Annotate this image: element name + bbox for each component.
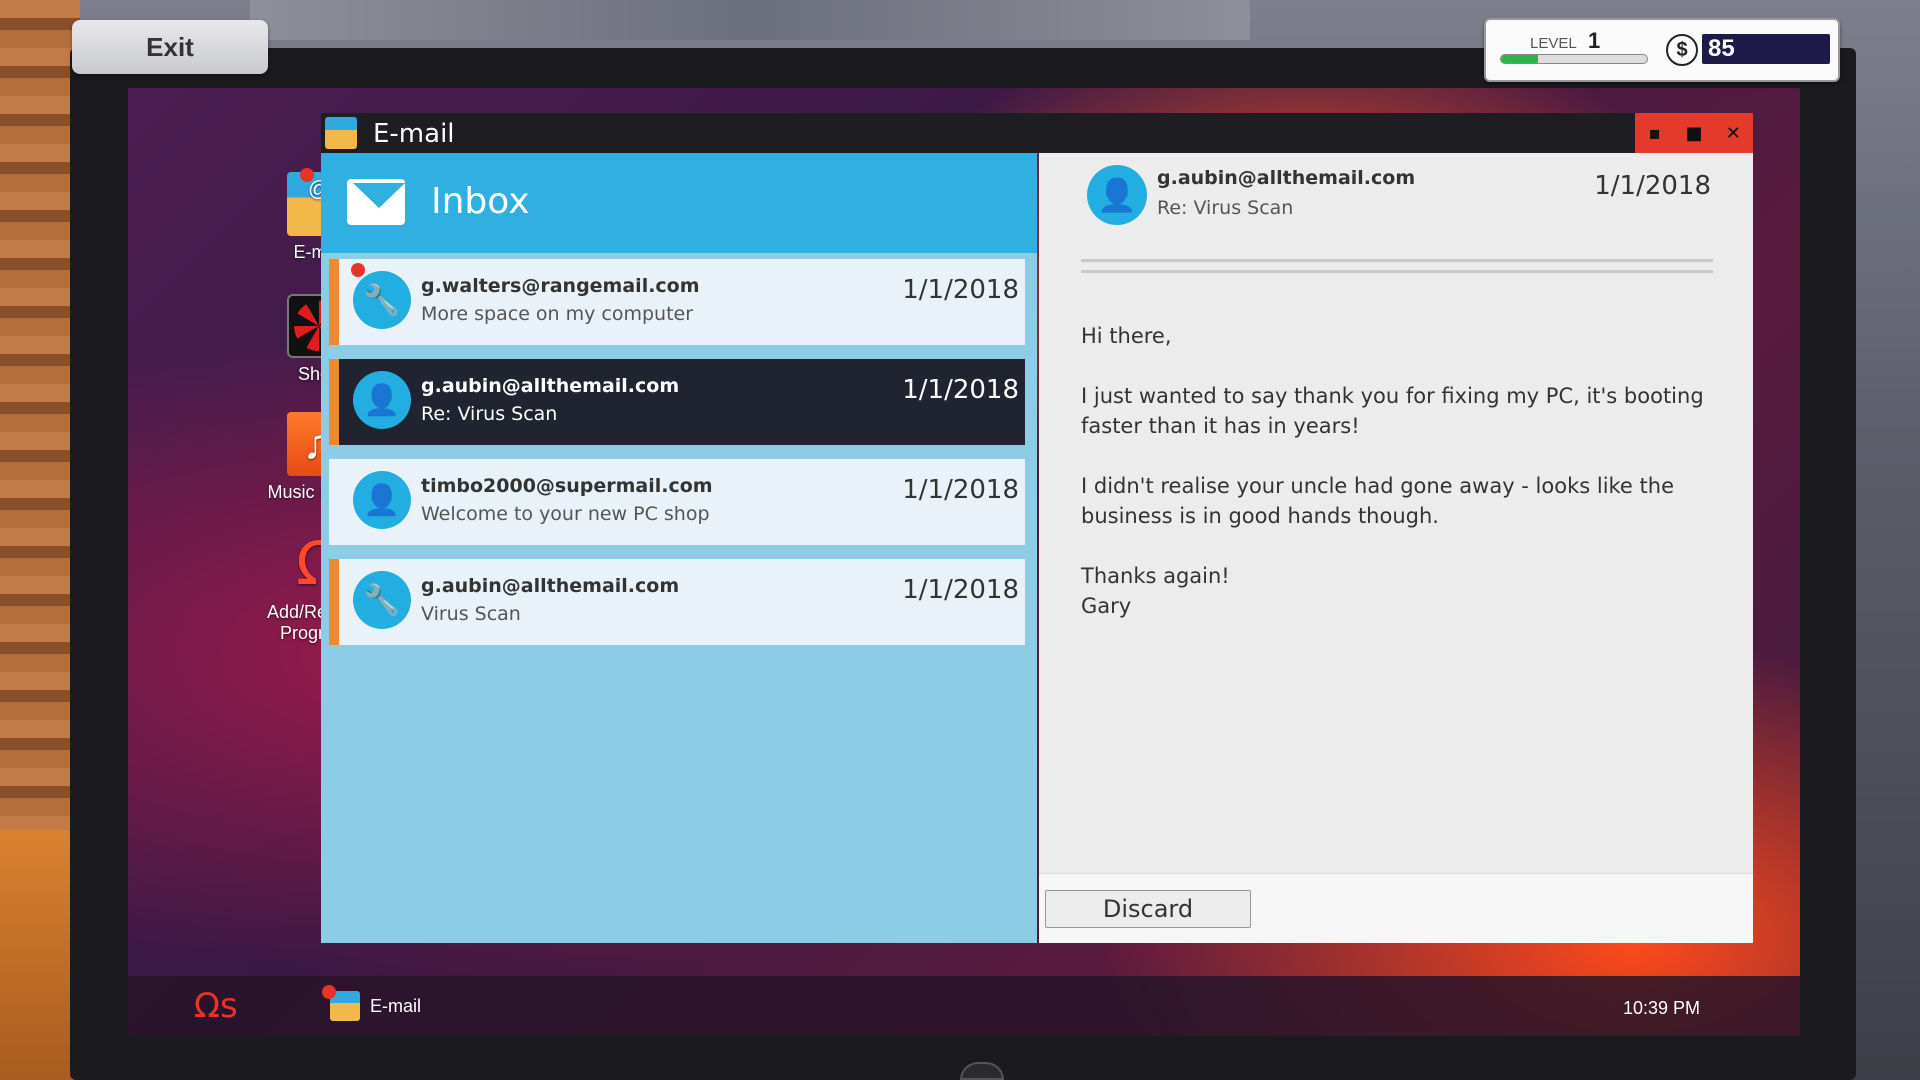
- message-paragraph: Thanks again!: [1081, 564, 1230, 588]
- mail-date: 1/1/2018: [902, 575, 1019, 605]
- person-icon: 👤: [353, 471, 411, 529]
- wrench-icon: 🔧: [353, 571, 411, 629]
- xp-progress-fill: [1501, 55, 1538, 63]
- email-window: E-mail ▪ ■ ✕ Inbox 🔧 g.walters@rangemail…: [321, 113, 1753, 943]
- mail-list-item[interactable]: 👤 g.aubin@allthemail.com Re: Virus Scan …: [329, 359, 1025, 445]
- message-from: g.aubin@allthemail.com: [1157, 167, 1416, 189]
- message-paragraph: I didn't realise your uncle had gone awa…: [1081, 474, 1674, 528]
- mail-from: timbo2000@supermail.com: [421, 475, 713, 497]
- taskbar-item-email[interactable]: E-mail: [322, 985, 422, 1026]
- xp-progress-bar: [1500, 54, 1648, 64]
- message-signature: Gary: [1081, 594, 1132, 618]
- mail-list-item[interactable]: 👤 timbo2000@supermail.com Welcome to you…: [329, 459, 1025, 545]
- message-subject: Re: Virus Scan: [1157, 197, 1294, 219]
- message-paragraph: I just wanted to say thank you for fixin…: [1081, 384, 1704, 438]
- inbox-pane: Inbox 🔧 g.walters@rangemail.com More spa…: [321, 153, 1037, 943]
- mail-list-item[interactable]: 🔧 g.aubin@allthemail.com Virus Scan 1/1/…: [329, 559, 1025, 645]
- email-icon: [325, 117, 357, 149]
- envelope-icon: [347, 179, 405, 225]
- inbox-title: Inbox: [431, 181, 530, 222]
- discard-button[interactable]: Discard: [1045, 890, 1251, 928]
- clock: 10:39 PM: [1622, 998, 1700, 1018]
- window-title: E-mail: [373, 119, 455, 149]
- message-divider: [1081, 259, 1713, 273]
- taskbar: Ωs E-mail 10:39 PM: [128, 976, 1800, 1036]
- level-label: LEVEL: [1530, 35, 1577, 52]
- mail-date: 1/1/2018: [902, 375, 1019, 405]
- notification-dot: [300, 168, 314, 182]
- maximize-button[interactable]: ■: [1679, 123, 1709, 144]
- mail-list-item[interactable]: 🔧 g.walters@rangemail.com More space on …: [329, 259, 1025, 345]
- mail-subject: Welcome to your new PC shop: [421, 503, 710, 525]
- room-desk: [0, 830, 80, 1080]
- mail-date: 1/1/2018: [902, 275, 1019, 305]
- wrench-icon: 🔧: [353, 271, 411, 329]
- person-icon: 👤: [1087, 165, 1147, 225]
- mail-from: g.aubin@allthemail.com: [421, 575, 680, 597]
- notification-dot: [322, 985, 336, 999]
- email-icon: [322, 985, 360, 1021]
- mail-from: g.walters@rangemail.com: [421, 275, 700, 297]
- person-icon: 👤: [353, 371, 411, 429]
- start-button[interactable]: Ωs: [194, 986, 238, 1026]
- player-hud: LEVEL 1 $ 85: [1484, 18, 1840, 82]
- mail-from: g.aubin@allthemail.com: [421, 375, 680, 397]
- room-wall: [250, 0, 1250, 40]
- money-value: 85: [1702, 34, 1830, 64]
- window-controls: ▪ ■ ✕: [1635, 113, 1753, 153]
- inbox-header: Inbox: [321, 153, 1037, 253]
- message-paragraph: Hi there,: [1081, 324, 1172, 348]
- mail-date: 1/1/2018: [902, 475, 1019, 505]
- minimize-button[interactable]: ▪: [1640, 123, 1670, 144]
- unread-dot: [351, 263, 365, 277]
- mail-subject: Virus Scan: [421, 603, 521, 625]
- message-body: Hi there, I just wanted to say thank you…: [1081, 321, 1711, 621]
- message-date: 1/1/2018: [1594, 171, 1711, 201]
- exit-button[interactable]: Exit: [72, 20, 268, 74]
- message-actions: Discard: [1039, 873, 1753, 943]
- close-button[interactable]: ✕: [1718, 123, 1748, 144]
- mail-subject: More space on my computer: [421, 303, 694, 325]
- dollar-icon: $: [1666, 34, 1698, 66]
- window-titlebar[interactable]: E-mail ▪ ■ ✕: [321, 113, 1753, 153]
- mail-subject: Re: Virus Scan: [421, 403, 558, 425]
- level-value: 1: [1588, 28, 1601, 53]
- message-pane: 👤 g.aubin@allthemail.com Re: Virus Scan …: [1039, 153, 1753, 943]
- taskbar-item-label: E-mail: [370, 995, 422, 1016]
